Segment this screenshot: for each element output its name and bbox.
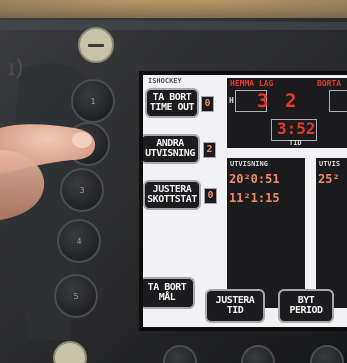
home-team-label: HEMMA LAG bbox=[230, 79, 274, 88]
home-marker: H bbox=[229, 96, 234, 105]
home-score: 3 bbox=[257, 90, 269, 112]
change-period-label-2: PERIOD bbox=[289, 305, 323, 316]
penalty-row-2: 11²1:15 bbox=[229, 191, 280, 205]
home-penalty-panel: UTVISNING 20²0:51 11²1:15 bbox=[227, 158, 305, 308]
penalty-row-1: 20²0:51 bbox=[229, 172, 280, 186]
background-wall bbox=[0, 0, 347, 20]
away-penalty-panel: UTVIS 25² bbox=[316, 158, 347, 308]
penalty-count: 2 bbox=[203, 142, 216, 158]
screen-title: ISHOCKEY bbox=[148, 77, 182, 85]
lcd-screen: ISHOCKEY TA BORT TIME OUT 0 ANDRA UTVISN… bbox=[143, 75, 347, 327]
4-icon: 4 bbox=[76, 237, 81, 246]
timeout-count: 0 bbox=[201, 96, 214, 112]
remove-timeout-button[interactable]: TA BORT TIME OUT bbox=[145, 88, 199, 118]
period-digit: 2 bbox=[285, 90, 297, 112]
change-penalty-button[interactable]: ANDRA UTVISNING bbox=[143, 134, 200, 164]
adjust-time-button[interactable]: JUSTERA TID bbox=[205, 289, 265, 323]
score-panel: HEMMA LAG BORTA H 3 2 3:52 TID bbox=[227, 78, 347, 148]
softkey-1[interactable]: 1 bbox=[71, 79, 115, 123]
clock-label: TID bbox=[289, 139, 302, 147]
softkey-5[interactable]: 5 bbox=[54, 274, 98, 318]
adjust-shot-stats-button[interactable]: JUSTERA SKOTTSTAT bbox=[143, 180, 201, 210]
3-icon: 3 bbox=[79, 186, 84, 195]
remove-goal-label-2: MÅL bbox=[158, 292, 176, 303]
shot-stats-count: 0 bbox=[204, 188, 217, 204]
remove-goal-button[interactable]: TA BORT MÅL bbox=[143, 277, 195, 309]
softkey-3[interactable]: 3 bbox=[60, 168, 104, 212]
minus-icon bbox=[88, 44, 104, 47]
away-score-box bbox=[329, 90, 347, 112]
remove-timeout-label-2: TIME OUT bbox=[149, 102, 195, 113]
brand-watermark: ı) bbox=[8, 56, 24, 81]
softkey-2[interactable]: 2 bbox=[66, 122, 110, 166]
away-penalty-row-1: 25² bbox=[318, 172, 340, 186]
away-penalty-label: UTVIS bbox=[319, 160, 341, 168]
scoreboard-controller-photo: ı) 1 2 3 4 5 ISHOCKEY TA BORT TIME OUT 0… bbox=[0, 0, 347, 363]
home-penalty-label: UTVISNING bbox=[230, 160, 268, 168]
1-icon: 1 bbox=[90, 97, 95, 106]
adjust-shot-stats-label-2: SKOTTSTAT bbox=[147, 194, 197, 205]
change-period-button[interactable]: BYT PERIOD bbox=[278, 289, 334, 323]
away-team-label: BORTA bbox=[317, 79, 342, 88]
adjust-time-label-2: TID bbox=[226, 305, 244, 316]
menu-key[interactable] bbox=[78, 27, 114, 63]
2-icon: 2 bbox=[85, 140, 90, 149]
5-icon: 5 bbox=[73, 292, 78, 301]
game-clock: 3:52 bbox=[277, 119, 316, 138]
softkey-4[interactable]: 4 bbox=[57, 219, 101, 263]
change-penalty-label-2: UTVISNING bbox=[145, 148, 195, 159]
